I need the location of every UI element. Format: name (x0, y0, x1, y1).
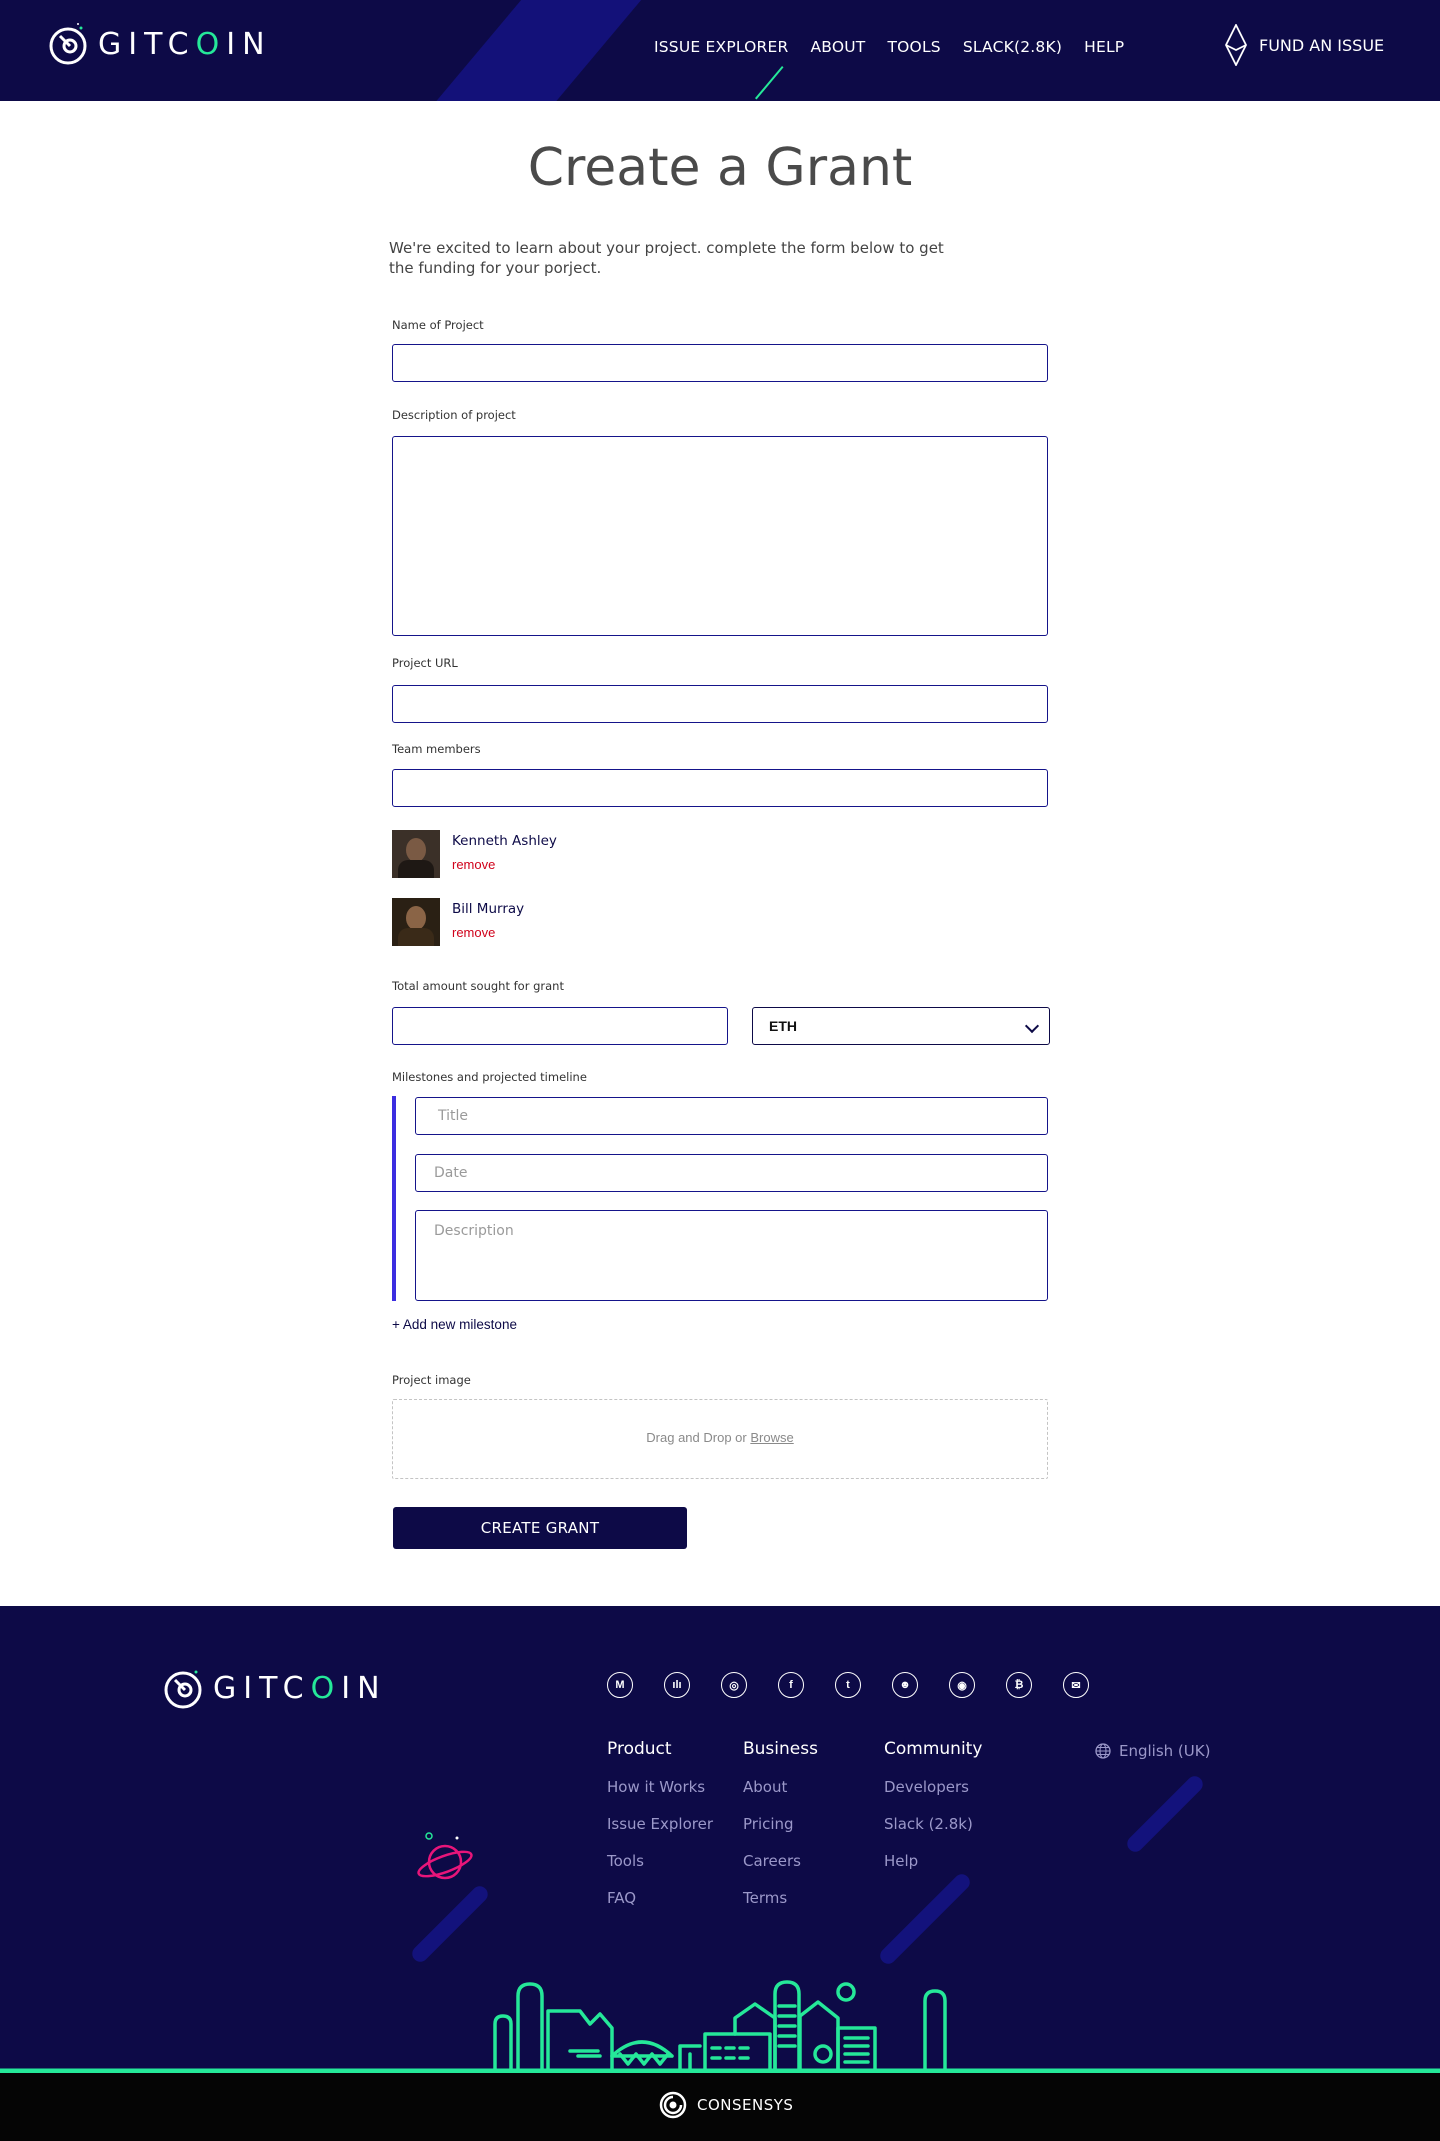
ethereum-icon (1225, 24, 1247, 66)
twitter-icon[interactable]: t (835, 1672, 861, 1698)
project-description-label: Description of project (392, 408, 516, 422)
decorative-dash (1123, 1772, 1207, 1856)
footer-column-community: Community Developers Slack (2.8k) Help (884, 1739, 982, 1889)
fund-issue-button[interactable]: FUND AN ISSUE (1225, 24, 1384, 66)
bitcoin-icon[interactable]: ₿ (1006, 1672, 1032, 1698)
footer-heading: Community (884, 1739, 983, 1759)
consensys-wordmark: CONSENSYS (697, 2096, 794, 2114)
language-label: English (UK) (1119, 1742, 1211, 1760)
footer-column-product: Product How it Works Issue Explorer Tool… (607, 1739, 713, 1926)
fund-issue-label: FUND AN ISSUE (1259, 35, 1385, 55)
social-links: M ılı ◎ f t ☻ ◉ ₿ ✉ (607, 1672, 1089, 1698)
create-grant-button[interactable]: CREATE GRANT (393, 1507, 687, 1549)
milestone-title-input[interactable]: Title (415, 1097, 1048, 1135)
logo-wordmark: GITCOIN (98, 26, 272, 62)
nav-about[interactable]: ABOUT (811, 38, 866, 56)
milestone-date-input[interactable]: Date (415, 1154, 1048, 1192)
consensys-logo[interactable]: CONSENSYS (659, 2091, 793, 2119)
project-description-textarea[interactable] (392, 436, 1048, 636)
footer-heading: Product (607, 1739, 672, 1759)
project-url-label: Project URL (392, 656, 458, 670)
footer-link[interactable]: About (743, 1778, 818, 1815)
bottom-bar: CONSENSYS (0, 2071, 1440, 2141)
dropzone-text: Drag and Drop or (646, 1430, 747, 1445)
top-navbar: GITCOIN ISSUE EXPLORER ABOUT TOOLS SLACK… (0, 0, 1440, 101)
footer-gitcoin-logo[interactable]: GITCOIN (163, 1666, 387, 1710)
milestone-title-placeholder: Title (438, 1108, 469, 1124)
footer-column-business: Business About Pricing Careers Terms (743, 1739, 818, 1926)
footer-link[interactable]: Slack (2.8k) (884, 1815, 982, 1852)
footer-heading: Business (743, 1739, 818, 1759)
milestone-date-placeholder: Date (434, 1165, 468, 1181)
globe-icon (1095, 1743, 1111, 1759)
nav-tools[interactable]: TOOLS (887, 38, 940, 56)
active-nav-indicator (755, 66, 784, 100)
remove-member-link[interactable]: remove (452, 857, 557, 872)
city-skyline-illustration (493, 1980, 947, 2071)
project-name-label: Name of Project (392, 318, 484, 332)
footer-link[interactable]: How it Works (607, 1778, 713, 1815)
page-title: Create a Grant (527, 138, 913, 198)
team-members-input[interactable] (392, 769, 1048, 807)
nav-slack[interactable]: SLACK(2.8K) (963, 38, 1062, 56)
gitcoin-logo[interactable]: GITCOIN (48, 22, 272, 66)
decorative-stripe (412, 0, 658, 101)
footer-link[interactable]: Pricing (743, 1815, 818, 1852)
footer: GITCOIN M ılı ◎ f t ☻ ◉ ₿ ✉ Product How … (0, 1606, 1440, 2071)
add-milestone-link[interactable]: + Add new milestone (392, 1317, 517, 1332)
milestone-description-textarea[interactable]: Description (415, 1210, 1048, 1301)
footer-link[interactable]: Tools (607, 1852, 713, 1889)
page: GITCOIN ISSUE EXPLORER ABOUT TOOLS SLACK… (0, 0, 1440, 2141)
nav-issue-explorer[interactable]: ISSUE EXPLORER (654, 38, 789, 56)
gitcoin-logo-icon (164, 1670, 202, 1709)
email-icon[interactable]: ✉ (1063, 1672, 1089, 1698)
chevron-down-icon (1024, 1018, 1040, 1034)
planet-icon (417, 1832, 473, 1880)
avatar (392, 830, 440, 878)
grant-amount-input[interactable] (392, 1007, 728, 1045)
milestone-description-placeholder: Description (434, 1223, 514, 1239)
remove-member-link[interactable]: remove (452, 925, 524, 940)
member-name: Kenneth Ashley (452, 833, 557, 849)
medium-icon[interactable]: M (607, 1672, 633, 1698)
footer-link[interactable]: FAQ (607, 1889, 713, 1926)
logo-wordmark: GITCOIN (213, 1670, 387, 1706)
team-member: Kenneth Ashley remove (392, 830, 557, 878)
project-url-input[interactable] (392, 685, 1048, 723)
token-select[interactable]: ETH (752, 1007, 1050, 1045)
intro-text: We're excited to learn about your projec… (389, 239, 944, 277)
avatar (392, 898, 440, 946)
browse-link[interactable]: Browse (750, 1430, 793, 1445)
github-icon[interactable]: ◎ (721, 1672, 747, 1698)
reddit-icon[interactable]: ☻ (892, 1672, 918, 1698)
grant-amount-label: Total amount sought for grant (392, 979, 564, 993)
consensys-icon (659, 2091, 687, 2119)
project-name-input[interactable] (392, 344, 1048, 382)
member-name: Bill Murray (452, 901, 525, 917)
team-member: Bill Murray remove (392, 898, 524, 946)
main-nav: ISSUE EXPLORER ABOUT TOOLS SLACK(2.8K) H… (654, 38, 1124, 56)
nav-help[interactable]: HELP (1084, 38, 1124, 56)
podcast-icon[interactable]: ılı (664, 1672, 690, 1698)
milestone-accent-bar (392, 1096, 396, 1301)
facebook-icon[interactable]: f (778, 1672, 804, 1698)
team-members-label: Team members (392, 742, 481, 756)
footer-link[interactable]: Developers (884, 1778, 982, 1815)
language-selector[interactable]: English (UK) (1095, 1742, 1210, 1760)
milestones-label: Milestones and projected timeline (392, 1070, 587, 1084)
footer-link[interactable]: Terms (743, 1889, 818, 1926)
gitcoin-logo-icon (49, 23, 87, 65)
project-image-label: Project image (392, 1373, 471, 1387)
image-dropzone[interactable]: Drag and Drop or Browse (392, 1399, 1048, 1479)
footer-link[interactable]: Issue Explorer (607, 1815, 713, 1852)
discord-icon[interactable]: ◉ (949, 1672, 975, 1698)
footer-link[interactable]: Careers (743, 1852, 818, 1889)
token-select-value: ETH (769, 1018, 797, 1034)
